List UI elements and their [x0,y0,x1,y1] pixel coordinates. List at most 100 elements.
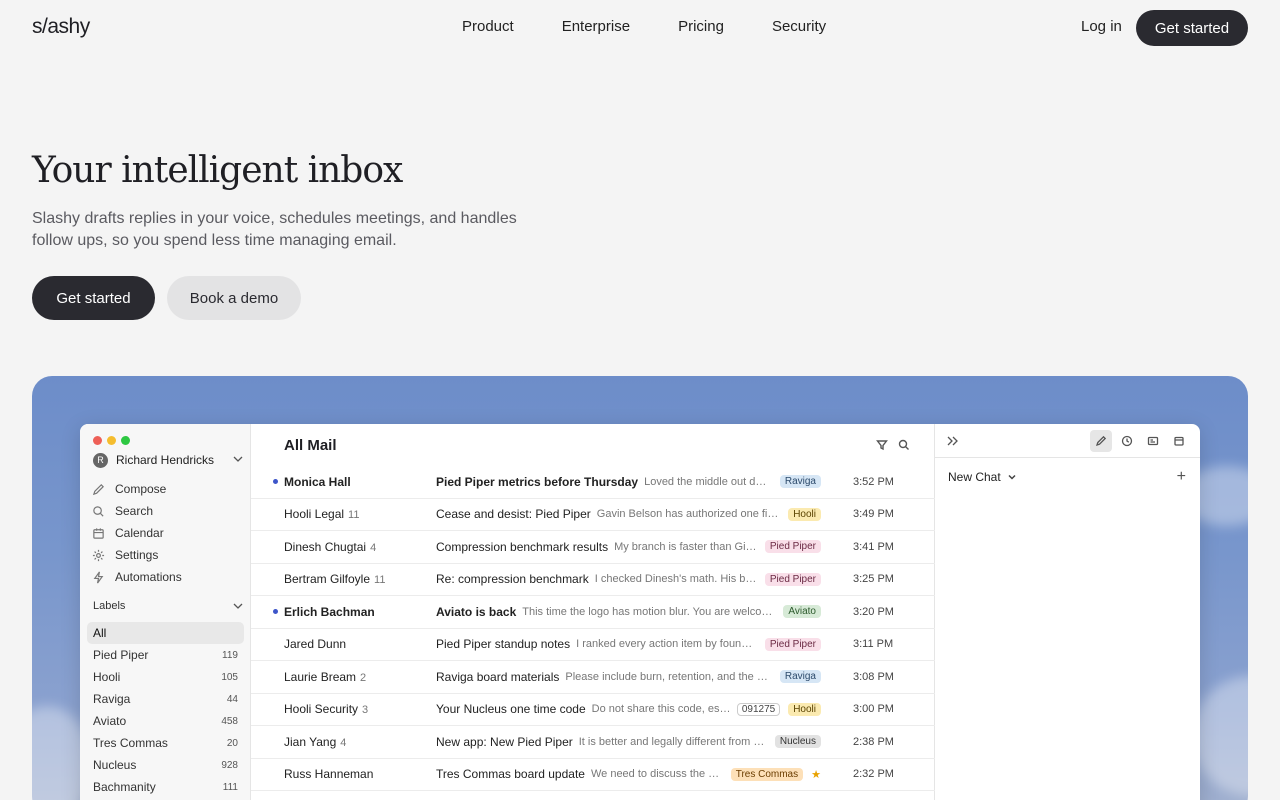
email-message: Raviga board materials Please include bur… [436,670,821,684]
sender-name: Laurie Bream [284,669,357,684]
email-row[interactable]: Hooli Legal 11 Cease and desist: Pied Pipe… [251,499,935,531]
label-name: Hooli [93,670,121,684]
history-button[interactable] [1116,430,1138,452]
new-chat-dropdown[interactable]: New Chat [948,470,1017,484]
email-preview: Do not share this code, esp... [591,703,731,716]
edit-button[interactable] [1090,430,1112,452]
email-row[interactable]: Russ Hanneman Tres Commas board update We … [251,759,935,791]
email-sender: Bertram Gilfoyle 11 [284,572,385,586]
label-item-pied-piper[interactable]: Pied Piper 119 [87,644,244,666]
email-preview: Please include burn, retention, and the … [565,670,772,683]
email-time: 3:41 PM [853,540,894,553]
email-row[interactable]: Jared Dunn Pied Piper standup notes I rank… [251,629,935,661]
label-tag: Raviga [779,670,821,684]
book-demo-button[interactable]: Book a demo [167,276,301,320]
sender-name: Russ Hanneman [284,767,374,782]
thread-count: 2 [360,671,367,684]
menu-label: Settings [115,548,159,562]
menu-compose[interactable]: Compose [92,478,244,500]
hero-subtitle: Slashy drafts replies in your voice, sch… [32,210,517,249]
email-sender: Dinesh Chugtai 4 [284,540,376,554]
nav-security[interactable]: Security [772,18,826,35]
label-count: 458 [221,715,238,727]
bolt-icon [93,571,104,583]
label-item-hooli[interactable]: Hooli 105 [87,666,244,688]
thread-count: 11 [348,509,360,522]
get-started-button[interactable]: Get started [32,276,155,320]
email-rows: Monica Hall Pied Piper metrics before Thu… [251,466,935,791]
sender-name: Dinesh Chugtai [284,539,367,554]
email-time: 2:38 PM [853,735,894,748]
search-icon [93,505,104,517]
chevron-down-icon [233,603,243,609]
sender-name: Bertram Gilfoyle [284,572,371,587]
label-item-nucleus[interactable]: Nucleus 928 [87,754,244,776]
label-item-bachmanity[interactable]: Bachmanity 111 [87,776,244,798]
app-window: R Richard Hendricks Compose Search Calen… [80,424,1200,800]
calendar-button[interactable] [1168,430,1190,452]
avatar: R [93,452,108,468]
account-switcher[interactable]: R Richard Hendricks [93,452,243,468]
hero-title: Your intelligent inbox [32,150,403,191]
close-window-button[interactable] [93,436,102,445]
email-preview: I ranked every action item by founde... [576,638,757,651]
label-tag: Hooli [788,702,821,716]
label-name: Bachmanity [93,780,156,794]
email-time: 3:08 PM [853,670,894,683]
email-row[interactable]: Hooli Security 3 Your Nucleus one time cod… [251,694,935,726]
contact-card-button[interactable] [1142,430,1164,452]
minimize-window-button[interactable] [107,436,116,445]
label-count: 20 [226,737,238,749]
email-row[interactable]: Monica Hall Pied Piper metrics before Thu… [251,466,935,499]
email-message: Aviato is back This time the logo has mot… [436,605,821,619]
star-icon[interactable]: ★ [811,768,821,781]
menu-automations[interactable]: Automations [92,566,244,588]
email-subject: Your Nucleus one time code [436,702,586,717]
email-message: Cease and desist: Pied Piper Gavin Belson… [436,507,821,521]
email-sender: Hooli Legal 11 [284,507,359,521]
email-row[interactable]: Erlich Bachman Aviato is back This time th… [251,596,935,629]
maximize-window-button[interactable] [121,436,130,445]
label-tag: Aviato [783,605,821,619]
label-item-tres-commas[interactable]: Tres Commas 20 [87,732,244,754]
chat-panel-icons [1090,430,1190,452]
email-subject: Tres Commas board update [436,767,585,782]
email-time: 3:20 PM [853,605,894,618]
email-sender: Russ Hanneman [284,767,373,781]
email-time: 3:25 PM [853,573,894,586]
labels-header[interactable]: Labels [93,600,243,612]
menu-label: Calendar [115,526,164,540]
sender-name: Hooli Legal [284,507,345,522]
email-row[interactable]: Jian Yang 4 New app: New Pied Piper It is b… [251,726,935,759]
plus-icon[interactable]: + [1177,468,1186,486]
email-sender: Jian Yang 4 [284,735,346,749]
main-nav: Product Enterprise Pricing Security [462,18,874,35]
email-row[interactable]: Dinesh Chugtai 4 Compression benchmark res… [251,531,935,564]
email-row[interactable]: Bertram Gilfoyle 11 Re: compression benchm… [251,564,935,596]
search-icon[interactable] [898,439,910,451]
email-message: Tres Commas board update We need to discu… [436,767,821,781]
label-item-aviato[interactable]: Aviato 458 [87,710,244,732]
email-row[interactable]: Laurie Bream 2 Raviga board materials Pleas… [251,661,935,694]
filter-icon[interactable] [876,439,888,451]
menu-settings[interactable]: Settings [92,544,244,566]
nav-product[interactable]: Product [462,18,514,35]
menu-calendar[interactable]: Calendar [92,522,244,544]
nav-get-started-button[interactable]: Get started [1136,10,1248,46]
window-controls [93,436,130,445]
email-preview: My branch is faster than Gilf... [614,540,757,553]
logo[interactable]: s/ashy [32,15,90,39]
login-link[interactable]: Log in [1081,18,1122,35]
sender-name: Erlich Bachman [284,604,375,619]
label-item-all[interactable]: All [87,622,244,644]
nav-enterprise[interactable]: Enterprise [562,18,630,35]
label-count: 928 [221,759,238,771]
email-message: Your Nucleus one time code Do not share t… [436,702,821,716]
menu-label: Automations [115,570,182,584]
nav-pricing[interactable]: Pricing [678,18,724,35]
label-tag: Pied Piper [764,637,821,651]
email-preview: It is better and legally different from … [578,735,767,748]
label-item-raviga[interactable]: Raviga 44 [87,688,244,710]
menu-search[interactable]: Search [92,500,244,522]
double-chevron-right-icon[interactable] [946,435,960,447]
